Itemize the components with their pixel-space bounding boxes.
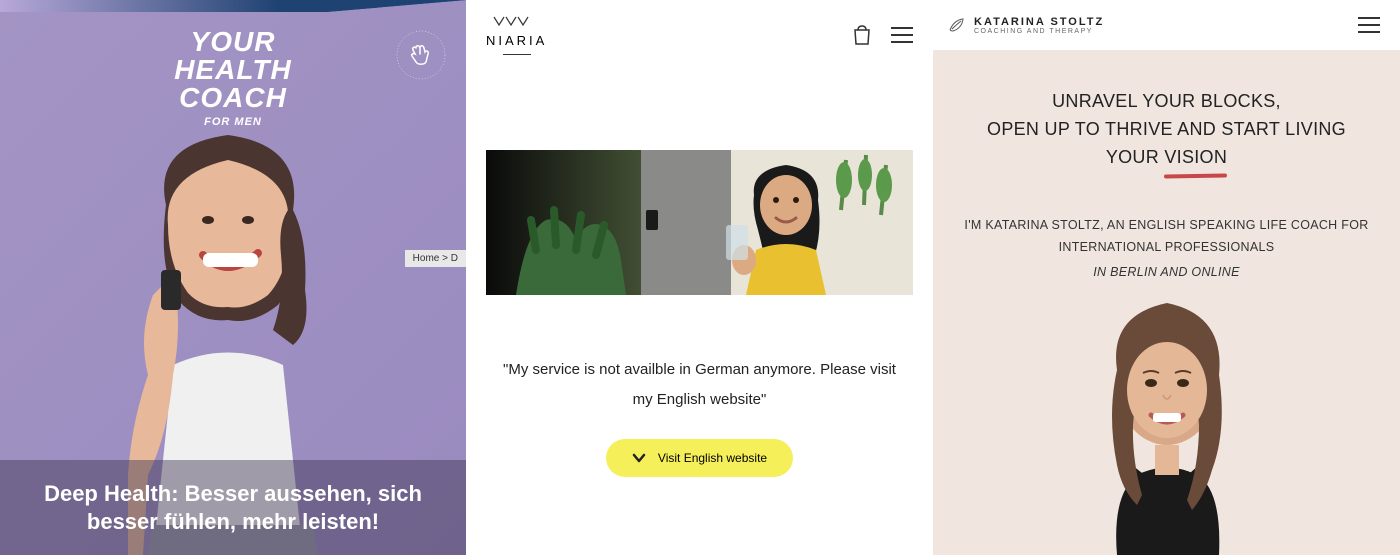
hero-image	[486, 150, 913, 295]
logo-text: NIARIA	[486, 33, 547, 48]
brand-logo[interactable]: KATARINA STOLTZ COACHING AND THERAPY	[948, 16, 1104, 35]
panel-katarina: KATARINA STOLTZ COACHING AND THERAPY UNR…	[933, 0, 1400, 555]
menu-button[interactable]	[1358, 17, 1380, 33]
headline-highlight: VISION	[1164, 144, 1227, 172]
logo-mark-icon	[492, 15, 542, 29]
navbar: KATARINA STOLTZ COACHING AND THERAPY	[933, 0, 1400, 50]
logo-underline	[503, 54, 531, 55]
panel-health-coach: YOUR HEALTH COACH FOR MEN Home > D	[0, 0, 466, 555]
headline-line1: UNRAVEL YOUR BLOCKS,	[1052, 91, 1281, 111]
nav-icons	[851, 24, 913, 46]
leaf-icon	[948, 16, 966, 34]
header-line2: HEALTH	[174, 56, 291, 84]
menu-button[interactable]	[891, 27, 913, 43]
breadcrumb-home[interactable]: Home	[413, 253, 440, 264]
hero-title: Deep Health: Besser aussehen, sich besse…	[30, 480, 436, 535]
headline: UNRAVEL YOUR BLOCKS, OPEN UP TO THRIVE A…	[963, 88, 1370, 172]
cta-label: Visit English website	[658, 451, 767, 465]
header-line3: COACH	[174, 84, 291, 112]
intro-line1: I'M KATARINA STOLTZ, AN ENGLISH SPEAKING…	[964, 218, 1368, 255]
message-text: "My service is not availble in German an…	[466, 355, 933, 415]
chevron-down-icon	[632, 453, 646, 463]
breadcrumb-separator: >	[442, 253, 448, 264]
panel-niaria: NIARIA	[466, 0, 933, 555]
author-badge	[396, 30, 446, 80]
brand-tagline: COACHING AND THERAPY	[974, 28, 1104, 35]
navbar: NIARIA	[466, 0, 933, 70]
visit-english-button[interactable]: Visit English website	[606, 439, 793, 477]
portrait-image	[1027, 265, 1307, 555]
brand-logo[interactable]: NIARIA	[486, 15, 547, 55]
hero-content: UNRAVEL YOUR BLOCKS, OPEN UP TO THRIVE A…	[933, 50, 1400, 283]
breadcrumb: Home > D	[405, 250, 466, 267]
hero-header: YOUR HEALTH COACH FOR MEN	[174, 28, 291, 128]
hero-overlay: Deep Health: Besser aussehen, sich besse…	[0, 460, 466, 555]
header-line1: YOUR	[174, 28, 291, 56]
shopping-bag-icon	[852, 24, 872, 46]
ok-hand-icon	[396, 30, 446, 80]
cart-button[interactable]	[851, 24, 873, 46]
top-accent-stripe	[0, 0, 466, 12]
breadcrumb-current: D	[451, 253, 458, 264]
header-sub: FOR MEN	[174, 116, 291, 128]
brand-name: KATARINA STOLTZ	[974, 16, 1104, 28]
